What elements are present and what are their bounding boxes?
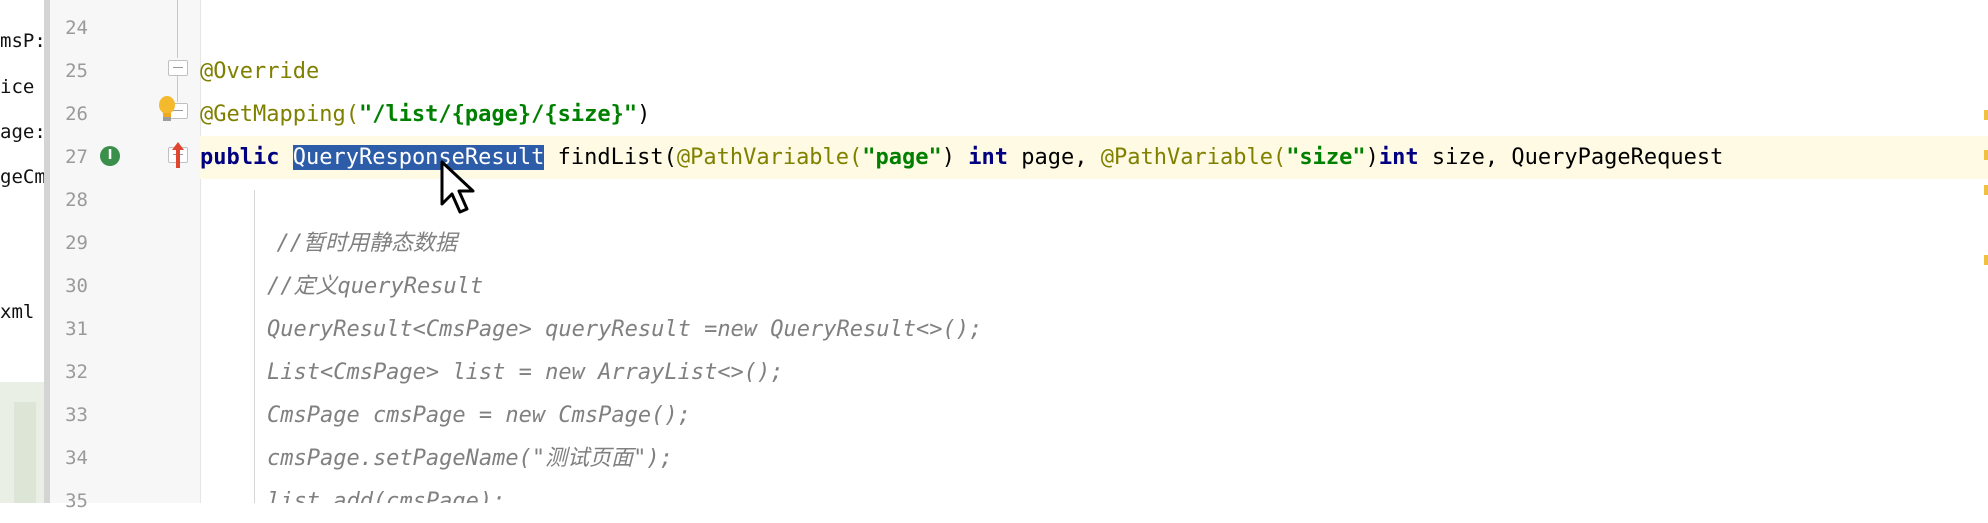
fold-guide bbox=[177, 0, 178, 58]
code-line-26: @GetMapping("/list/{page}/{size}") bbox=[200, 93, 650, 136]
annotation-token: @PathVariable( bbox=[1100, 145, 1287, 170]
param-token: page, bbox=[1008, 145, 1101, 170]
code-editor[interactable]: @Override @GetMapping("/list/{page}/{siz… bbox=[200, 0, 1988, 503]
code-line-34: cmsPage.setPageName("测试页面"); bbox=[214, 446, 673, 471]
method-token: findList( bbox=[544, 145, 677, 170]
line-number: 35 bbox=[65, 490, 88, 512]
string-token: "page" bbox=[862, 145, 942, 170]
punct-token: ) bbox=[637, 102, 651, 127]
selected-text[interactable]: QueryResponseResult bbox=[292, 145, 545, 170]
line-number: 30 bbox=[65, 275, 88, 297]
fold-marker-icon[interactable] bbox=[168, 60, 188, 76]
line-number: 29 bbox=[65, 232, 88, 254]
string-token: "size" bbox=[1286, 145, 1366, 170]
error-stripe-mark[interactable] bbox=[1984, 150, 1988, 160]
tree-item[interactable]: xml bbox=[0, 301, 34, 323]
code-line-29: /* //暂时用静态数据 bbox=[276, 231, 457, 256]
code-line-30: //定义queryResult bbox=[214, 274, 484, 299]
error-stripe-mark[interactable] bbox=[1984, 255, 1988, 265]
annotation-token: @PathVariable( bbox=[676, 145, 863, 170]
editor-gutter[interactable]: 24 25 26 27 28 29 30 31 32 33 34 35 bbox=[50, 0, 201, 512]
error-stripe-mark[interactable] bbox=[1984, 110, 1988, 120]
implements-icon[interactable]: I bbox=[100, 146, 120, 166]
line-number: 32 bbox=[65, 361, 88, 383]
tree-item[interactable]: geCm bbox=[0, 166, 46, 188]
project-tree-panel: msP: ice age: geCm xml bbox=[0, 0, 46, 503]
annotation-token: @Override bbox=[200, 59, 320, 84]
line-number: 26 bbox=[65, 103, 88, 125]
keyword-token: int bbox=[968, 145, 1009, 170]
tree-item[interactable]: age: bbox=[0, 121, 46, 143]
override-arrow-icon[interactable] bbox=[172, 142, 184, 168]
punct-token: ) bbox=[1365, 145, 1379, 170]
line-number: 33 bbox=[65, 404, 88, 426]
error-stripe-mark[interactable] bbox=[1984, 185, 1988, 195]
keyword-token: int bbox=[1378, 145, 1419, 170]
line-number: 34 bbox=[65, 447, 88, 469]
keyword-token: public bbox=[200, 145, 280, 170]
line-number: 27 bbox=[65, 146, 88, 168]
mouse-cursor-icon bbox=[440, 160, 475, 214]
code-line-31: QueryResult<CmsPage> queryResult =new Qu… bbox=[214, 317, 983, 342]
param-token: size, QueryPageRequest bbox=[1418, 145, 1724, 170]
line-number: 25 bbox=[65, 60, 88, 82]
fold-guide bbox=[177, 76, 178, 102]
code-line-32: List<CmsPage> list = new ArrayList<>(); bbox=[214, 360, 784, 385]
code-line-35: list.add(cmsPage); bbox=[214, 489, 506, 503]
string-token: "/list/{page}/{size}" bbox=[358, 102, 638, 127]
line-number: 24 bbox=[65, 17, 88, 39]
code-line-33: CmsPage cmsPage = new CmsPage(); bbox=[214, 403, 691, 428]
annotation-token: @GetMapping( bbox=[200, 102, 359, 127]
code-line-25: @Override bbox=[200, 50, 319, 93]
tree-item[interactable]: msP: bbox=[0, 30, 46, 52]
lightbulb-icon[interactable] bbox=[158, 96, 176, 122]
line-number: 31 bbox=[65, 318, 88, 340]
punct-token: ) bbox=[941, 145, 969, 170]
tree-background bbox=[0, 382, 46, 503]
line-number: 28 bbox=[65, 189, 88, 211]
tree-item[interactable]: ice bbox=[0, 76, 34, 98]
